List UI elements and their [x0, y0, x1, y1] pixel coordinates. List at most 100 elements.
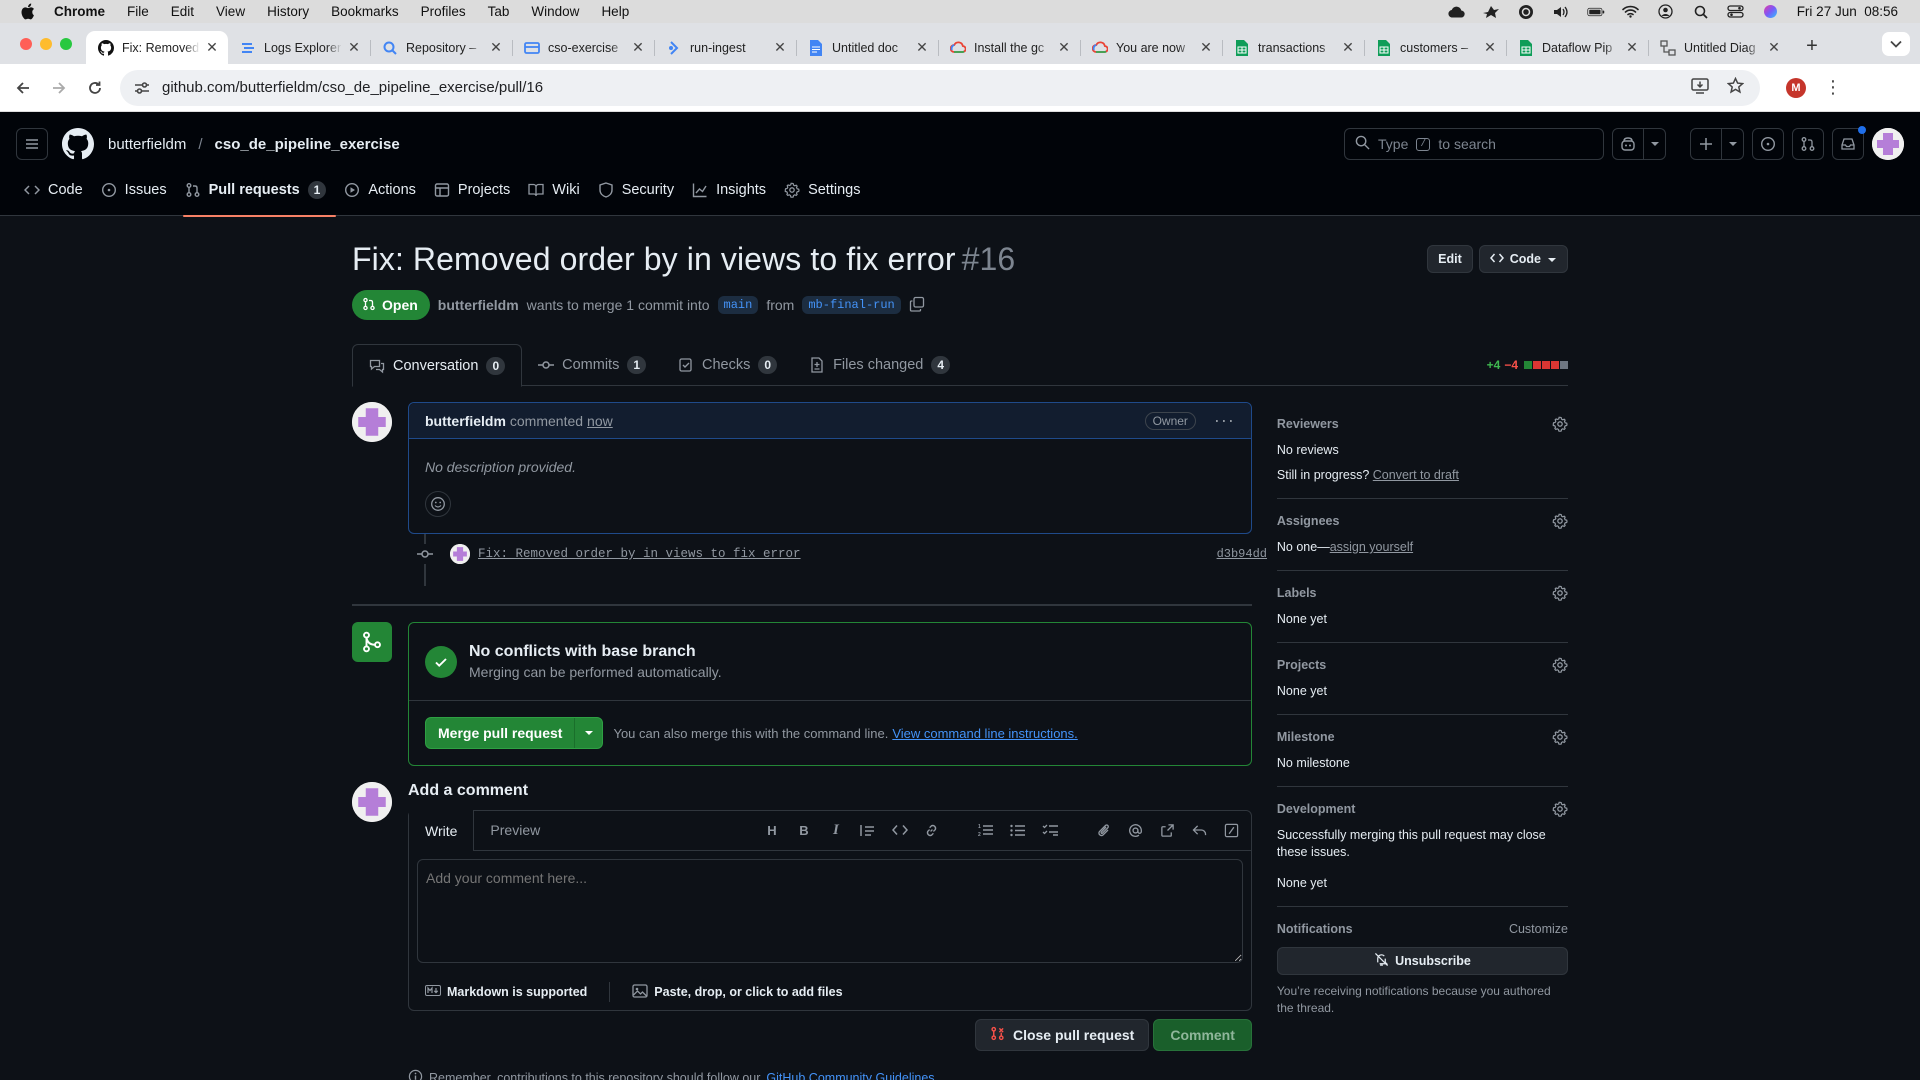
forward-button[interactable] — [44, 73, 74, 103]
tab-wiki[interactable]: Wiki — [526, 176, 589, 216]
menu-history[interactable]: History — [267, 4, 309, 19]
github-logo-icon[interactable] — [62, 128, 94, 160]
create-dropdown-chevron-icon[interactable] — [1721, 129, 1743, 159]
site-info-icon[interactable] — [134, 81, 150, 95]
unsubscribe-button[interactable]: Unsubscribe — [1276, 947, 1568, 975]
install-app-icon[interactable] — [1691, 77, 1709, 98]
italic-icon[interactable]: I — [827, 821, 845, 839]
copy-icon[interactable] — [909, 296, 925, 315]
tab-security[interactable]: Security — [596, 176, 684, 216]
menu-profiles[interactable]: Profiles — [421, 4, 466, 19]
tab-commits[interactable]: Commits 1 — [522, 344, 662, 386]
menu-edit[interactable]: Edit — [171, 4, 194, 19]
unordered-list-icon[interactable] — [1009, 821, 1027, 839]
edit-title-button[interactable]: Edit — [1427, 245, 1473, 273]
profile-avatar[interactable]: M — [1786, 77, 1806, 98]
close-tab-icon[interactable]: ✕ — [1198, 39, 1214, 56]
close-tab-icon[interactable]: ✕ — [914, 39, 930, 56]
inbox-notifications-icon[interactable] — [1832, 126, 1866, 160]
repo-name-link[interactable]: cso_de_pipeline_exercise — [215, 136, 400, 153]
menu-view[interactable]: View — [216, 4, 245, 19]
copilot-dropdown-chevron-icon[interactable] — [1643, 129, 1665, 159]
base-branch-label[interactable]: main — [717, 296, 759, 314]
ordered-list-icon[interactable]: 12 — [977, 821, 995, 839]
attach-paperclip-icon[interactable] — [1095, 821, 1113, 839]
attach-files-button[interactable]: Paste, drop, or click to add files — [654, 985, 842, 999]
tab-pull-requests[interactable]: Pull requests 1 — [182, 176, 337, 217]
milestone-label[interactable]: Milestone — [1277, 730, 1335, 744]
tab-projects[interactable]: Projects — [432, 176, 520, 216]
minimize-window-button[interactable] — [40, 37, 52, 50]
gear-icon[interactable] — [1552, 801, 1568, 817]
kebab-horizontal-icon[interactable]: ··· — [1214, 410, 1235, 431]
apple-icon[interactable] — [20, 3, 36, 20]
close-tab-icon[interactable]: ✕ — [630, 39, 646, 56]
add-reaction-smiley-icon[interactable] — [425, 491, 451, 517]
development-label[interactable]: Development — [1277, 802, 1356, 816]
tab-conversation[interactable]: Conversation 0 — [352, 344, 523, 387]
menu-tab[interactable]: Tab — [488, 4, 510, 19]
close-tab-icon[interactable]: ✕ — [1056, 39, 1072, 56]
wifi-icon[interactable] — [1622, 5, 1640, 19]
assign-yourself-link[interactable]: assign yourself — [1330, 540, 1413, 554]
labels-label[interactable]: Labels — [1277, 586, 1317, 600]
volume-icon[interactable] — [1552, 5, 1570, 19]
slash-command-icon[interactable] — [1223, 821, 1241, 839]
browser-tab[interactable]: Logs Explorer ✕ — [228, 31, 370, 64]
gear-icon[interactable] — [1552, 513, 1568, 529]
tab-files-changed[interactable]: Files changed 4 — [793, 344, 966, 386]
close-tab-icon[interactable]: ✕ — [1624, 39, 1640, 56]
gear-icon[interactable] — [1552, 657, 1568, 673]
hamburger-menu-icon[interactable] — [16, 128, 48, 160]
merge-pull-request-button[interactable]: Merge pull request — [426, 718, 574, 748]
comment-submit-button[interactable]: Comment — [1153, 1019, 1252, 1051]
assignees-label[interactable]: Assignees — [1277, 514, 1340, 528]
browser-tab[interactable]: Untitled Diag ✕ — [1648, 31, 1790, 64]
tab-write[interactable]: Write — [409, 810, 475, 851]
address-bar[interactable]: github.com/butterfieldm/cso_de_pipeline_… — [120, 69, 1760, 106]
pull-requests-shortcut-icon[interactable] — [1792, 128, 1824, 160]
tab-settings[interactable]: Settings — [782, 176, 870, 216]
close-tab-icon[interactable]: ✕ — [1482, 39, 1498, 56]
merge-options-chevron-icon[interactable] — [574, 718, 602, 748]
browser-tab[interactable]: Repository – ✕ — [370, 31, 512, 64]
new-tab-button[interactable]: + — [1798, 33, 1826, 61]
command-line-instructions-link[interactable]: View command line instructions. — [892, 726, 1077, 741]
siri-icon[interactable] — [1762, 5, 1780, 19]
close-tab-icon[interactable]: ✕ — [772, 39, 788, 56]
tab-preview[interactable]: Preview — [474, 810, 556, 850]
task-list-icon[interactable] — [1041, 821, 1059, 839]
control-center-icon[interactable] — [1727, 5, 1745, 19]
zoom-window-button[interactable] — [60, 37, 72, 50]
bookmark-star-icon[interactable] — [1726, 76, 1745, 98]
spotlight-search-icon[interactable] — [1692, 5, 1710, 19]
reviewers-label[interactable]: Reviewers — [1277, 417, 1339, 431]
browser-tab[interactable]: Dataflow Pip ✕ — [1506, 31, 1648, 64]
community-guidelines-link[interactable]: GitHub Community Guidelines — [766, 1071, 934, 1080]
close-tab-icon[interactable]: ✕ — [1766, 39, 1782, 56]
browser-tab[interactable]: Install the gc ✕ — [938, 31, 1080, 64]
browser-tab[interactable]: customers – ✕ — [1364, 31, 1506, 64]
copilot-icon[interactable] — [1613, 129, 1643, 159]
menu-app-chrome[interactable]: Chrome — [54, 4, 105, 19]
comment-author-avatar[interactable] — [352, 402, 392, 442]
back-button[interactable] — [8, 73, 38, 103]
mention-icon[interactable] — [1127, 821, 1145, 839]
reply-icon[interactable] — [1191, 821, 1209, 839]
close-tab-icon[interactable]: ✕ — [204, 39, 220, 56]
repo-owner-link[interactable]: butterfieldm — [108, 136, 186, 153]
bold-icon[interactable]: B — [795, 821, 813, 839]
close-tab-icon[interactable]: ✕ — [346, 39, 362, 56]
browser-tab[interactable]: You are now ✕ — [1080, 31, 1222, 64]
menu-file[interactable]: File — [127, 4, 149, 19]
tab-insights[interactable]: Insights — [690, 176, 776, 216]
search-input[interactable]: Type / to search — [1344, 128, 1604, 160]
heading-icon[interactable]: H — [763, 821, 781, 839]
menu-window[interactable]: Window — [531, 4, 579, 19]
plus-icon[interactable] — [1691, 129, 1721, 159]
comment-textarea[interactable] — [417, 859, 1243, 963]
convert-to-draft-link[interactable]: Convert to draft — [1373, 468, 1459, 482]
clock-datetime[interactable]: Fri 27 Jun 08:56 — [1797, 4, 1898, 19]
browser-tab[interactable]: transactions ✕ — [1222, 31, 1364, 64]
grammarly-icon[interactable] — [1517, 4, 1535, 19]
